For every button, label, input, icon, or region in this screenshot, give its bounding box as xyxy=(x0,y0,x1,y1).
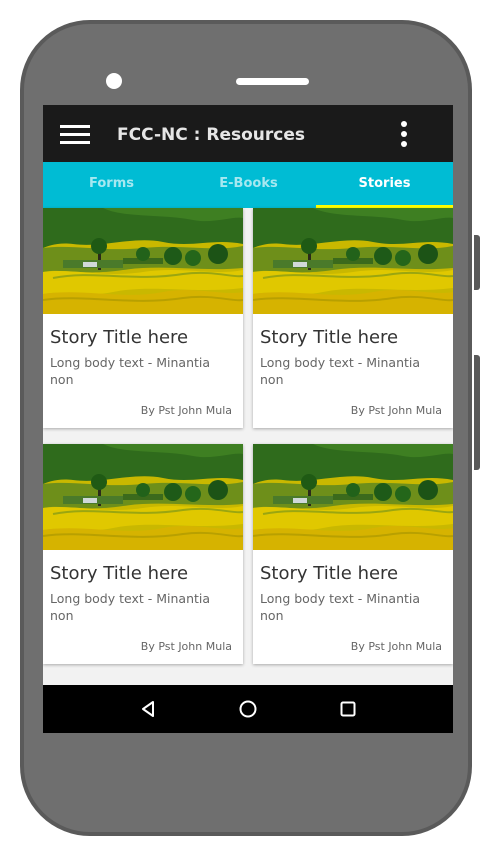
tab-bar: Forms E-Books Stories xyxy=(43,162,453,208)
app-title: FCC-NC : Resources xyxy=(117,125,305,145)
story-body: Long body text - Minantia non xyxy=(260,355,421,387)
story-title: Story Title here xyxy=(50,563,189,584)
story-card[interactable]: Story Title here Long body text - Minant… xyxy=(253,444,453,664)
tab-ebooks[interactable]: E-Books xyxy=(180,162,317,208)
tab-stories[interactable]: Stories xyxy=(316,162,453,208)
recents-square-icon[interactable] xyxy=(338,699,358,719)
volume-button[interactable] xyxy=(474,235,480,290)
stories-grid: Story Title here Long body text - Minant… xyxy=(43,208,453,733)
story-card[interactable]: Story Title here Long body text - Minant… xyxy=(43,208,243,428)
system-navigation-bar xyxy=(43,685,453,733)
story-card[interactable]: Story Title here Long body text - Minant… xyxy=(253,208,453,428)
phone-screen: FCC-NC : Resources Forms E-Books Stories… xyxy=(43,105,453,733)
story-body: Long body text - Minantia non xyxy=(50,591,211,623)
hamburger-menu-icon[interactable] xyxy=(60,125,90,145)
story-image xyxy=(253,444,453,550)
home-circle-icon[interactable] xyxy=(238,699,258,719)
story-title: Story Title here xyxy=(50,327,189,348)
story-title: Story Title here xyxy=(260,327,399,348)
story-card[interactable]: Story Title here Long body text - Minant… xyxy=(43,444,243,664)
story-author: By Pst John Mula xyxy=(140,640,232,653)
tab-forms[interactable]: Forms xyxy=(43,162,180,208)
story-body: Long body text - Minantia non xyxy=(50,355,211,387)
story-title: Story Title here xyxy=(260,563,399,584)
story-image xyxy=(253,208,453,314)
story-image xyxy=(43,208,243,314)
story-author: By Pst John Mula xyxy=(140,404,232,417)
power-button[interactable] xyxy=(474,355,480,470)
more-vert-icon[interactable] xyxy=(397,121,411,151)
back-triangle-icon[interactable] xyxy=(138,699,158,719)
story-author: By Pst John Mula xyxy=(350,640,442,653)
front-camera xyxy=(106,73,122,89)
story-body: Long body text - Minantia non xyxy=(260,591,421,623)
app-bar: FCC-NC : Resources xyxy=(43,105,453,162)
story-image xyxy=(43,444,243,550)
earpiece-speaker xyxy=(236,78,309,85)
story-author: By Pst John Mula xyxy=(350,404,442,417)
